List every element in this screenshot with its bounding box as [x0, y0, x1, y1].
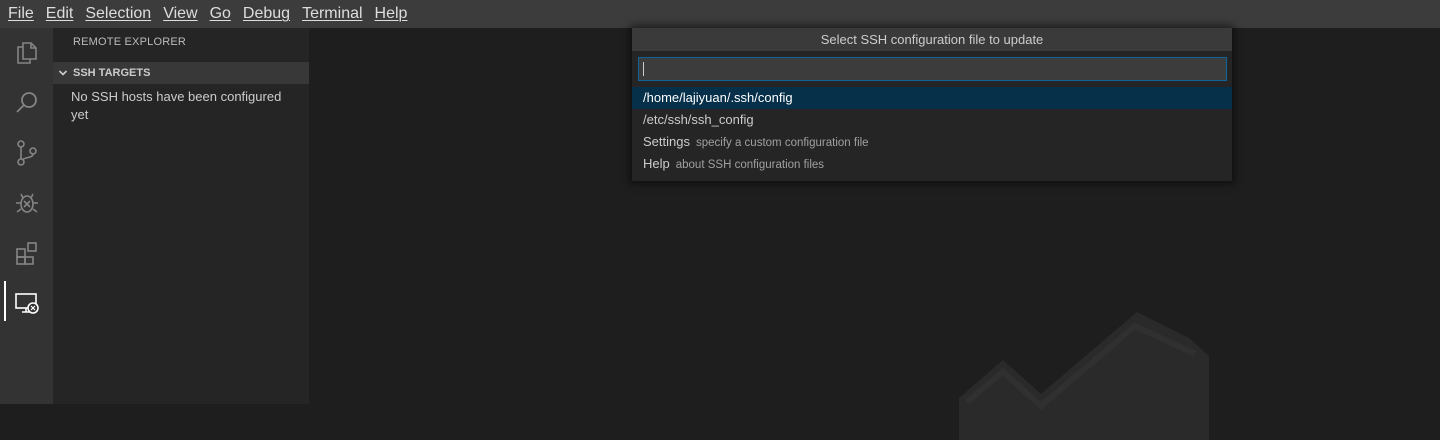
search-icon	[15, 92, 37, 113]
quick-pick-item-label: Settings	[643, 134, 690, 149]
quick-pick-item-description: specify a custom configuration file	[695, 137, 869, 149]
quick-pick-item-settings[interactable]: Settings specify a custom configuration f…	[632, 131, 1232, 153]
quick-pick-list: /home/lajiyuan/.ssh/config /etc/ssh/ssh_…	[632, 87, 1232, 175]
activity-source-control[interactable]	[0, 128, 53, 178]
extensions-icon	[15, 242, 37, 265]
quick-pick-item-home-config[interactable]: /home/lajiyuan/.ssh/config	[632, 87, 1232, 109]
text-cursor	[643, 62, 644, 76]
activity-explorer[interactable]	[0, 28, 53, 78]
quick-pick-item-description: about SSH configuration files	[675, 159, 825, 171]
ssh-targets-section-header[interactable]: SSH TARGETS	[53, 62, 309, 84]
menu-help[interactable]: Help	[367, 0, 412, 28]
activity-remote-explorer[interactable]	[0, 278, 53, 328]
quick-pick-item-help[interactable]: Help about SSH configuration files	[632, 153, 1232, 175]
vscode-logo-watermark-icon	[959, 312, 1209, 440]
activity-debug[interactable]	[0, 178, 53, 228]
quick-pick-item-label: Help	[643, 156, 670, 171]
menu-bar: File Edit Selection View Go Debug Termin…	[0, 0, 1440, 28]
menu-view[interactable]: View	[155, 0, 201, 28]
menu-selection[interactable]: Selection	[77, 0, 155, 28]
activity-extensions[interactable]	[0, 228, 53, 278]
activity-search[interactable]	[0, 78, 53, 128]
chevron-down-icon	[53, 68, 73, 78]
sidebar: REMOTE EXPLORER SSH TARGETS No SSH hosts…	[53, 28, 309, 404]
menu-file[interactable]: File	[0, 0, 38, 28]
menu-debug[interactable]: Debug	[235, 0, 294, 28]
menu-edit[interactable]: Edit	[38, 0, 78, 28]
sidebar-title: REMOTE EXPLORER	[73, 36, 187, 48]
empty-hosts-message: No SSH hosts have been configured yet	[71, 89, 282, 122]
menu-go[interactable]: Go	[202, 0, 235, 28]
debug-icon	[15, 193, 38, 213]
source-control-icon	[16, 140, 37, 166]
quick-pick-item-label: /home/lajiyuan/.ssh/config	[643, 90, 793, 105]
menu-terminal[interactable]: Terminal	[294, 0, 366, 28]
quick-pick-item-etc-config[interactable]: /etc/ssh/ssh_config	[632, 109, 1232, 131]
remote-explorer-icon	[14, 293, 39, 314]
section-label: SSH TARGETS	[73, 67, 151, 79]
files-icon	[16, 42, 37, 64]
quick-pick: Select SSH configuration file to update …	[632, 28, 1232, 181]
quick-pick-item-label: /etc/ssh/ssh_config	[643, 112, 754, 127]
activity-bar	[0, 28, 53, 404]
quick-pick-title: Select SSH configuration file to update	[632, 28, 1232, 51]
quick-pick-input[interactable]	[638, 57, 1227, 81]
